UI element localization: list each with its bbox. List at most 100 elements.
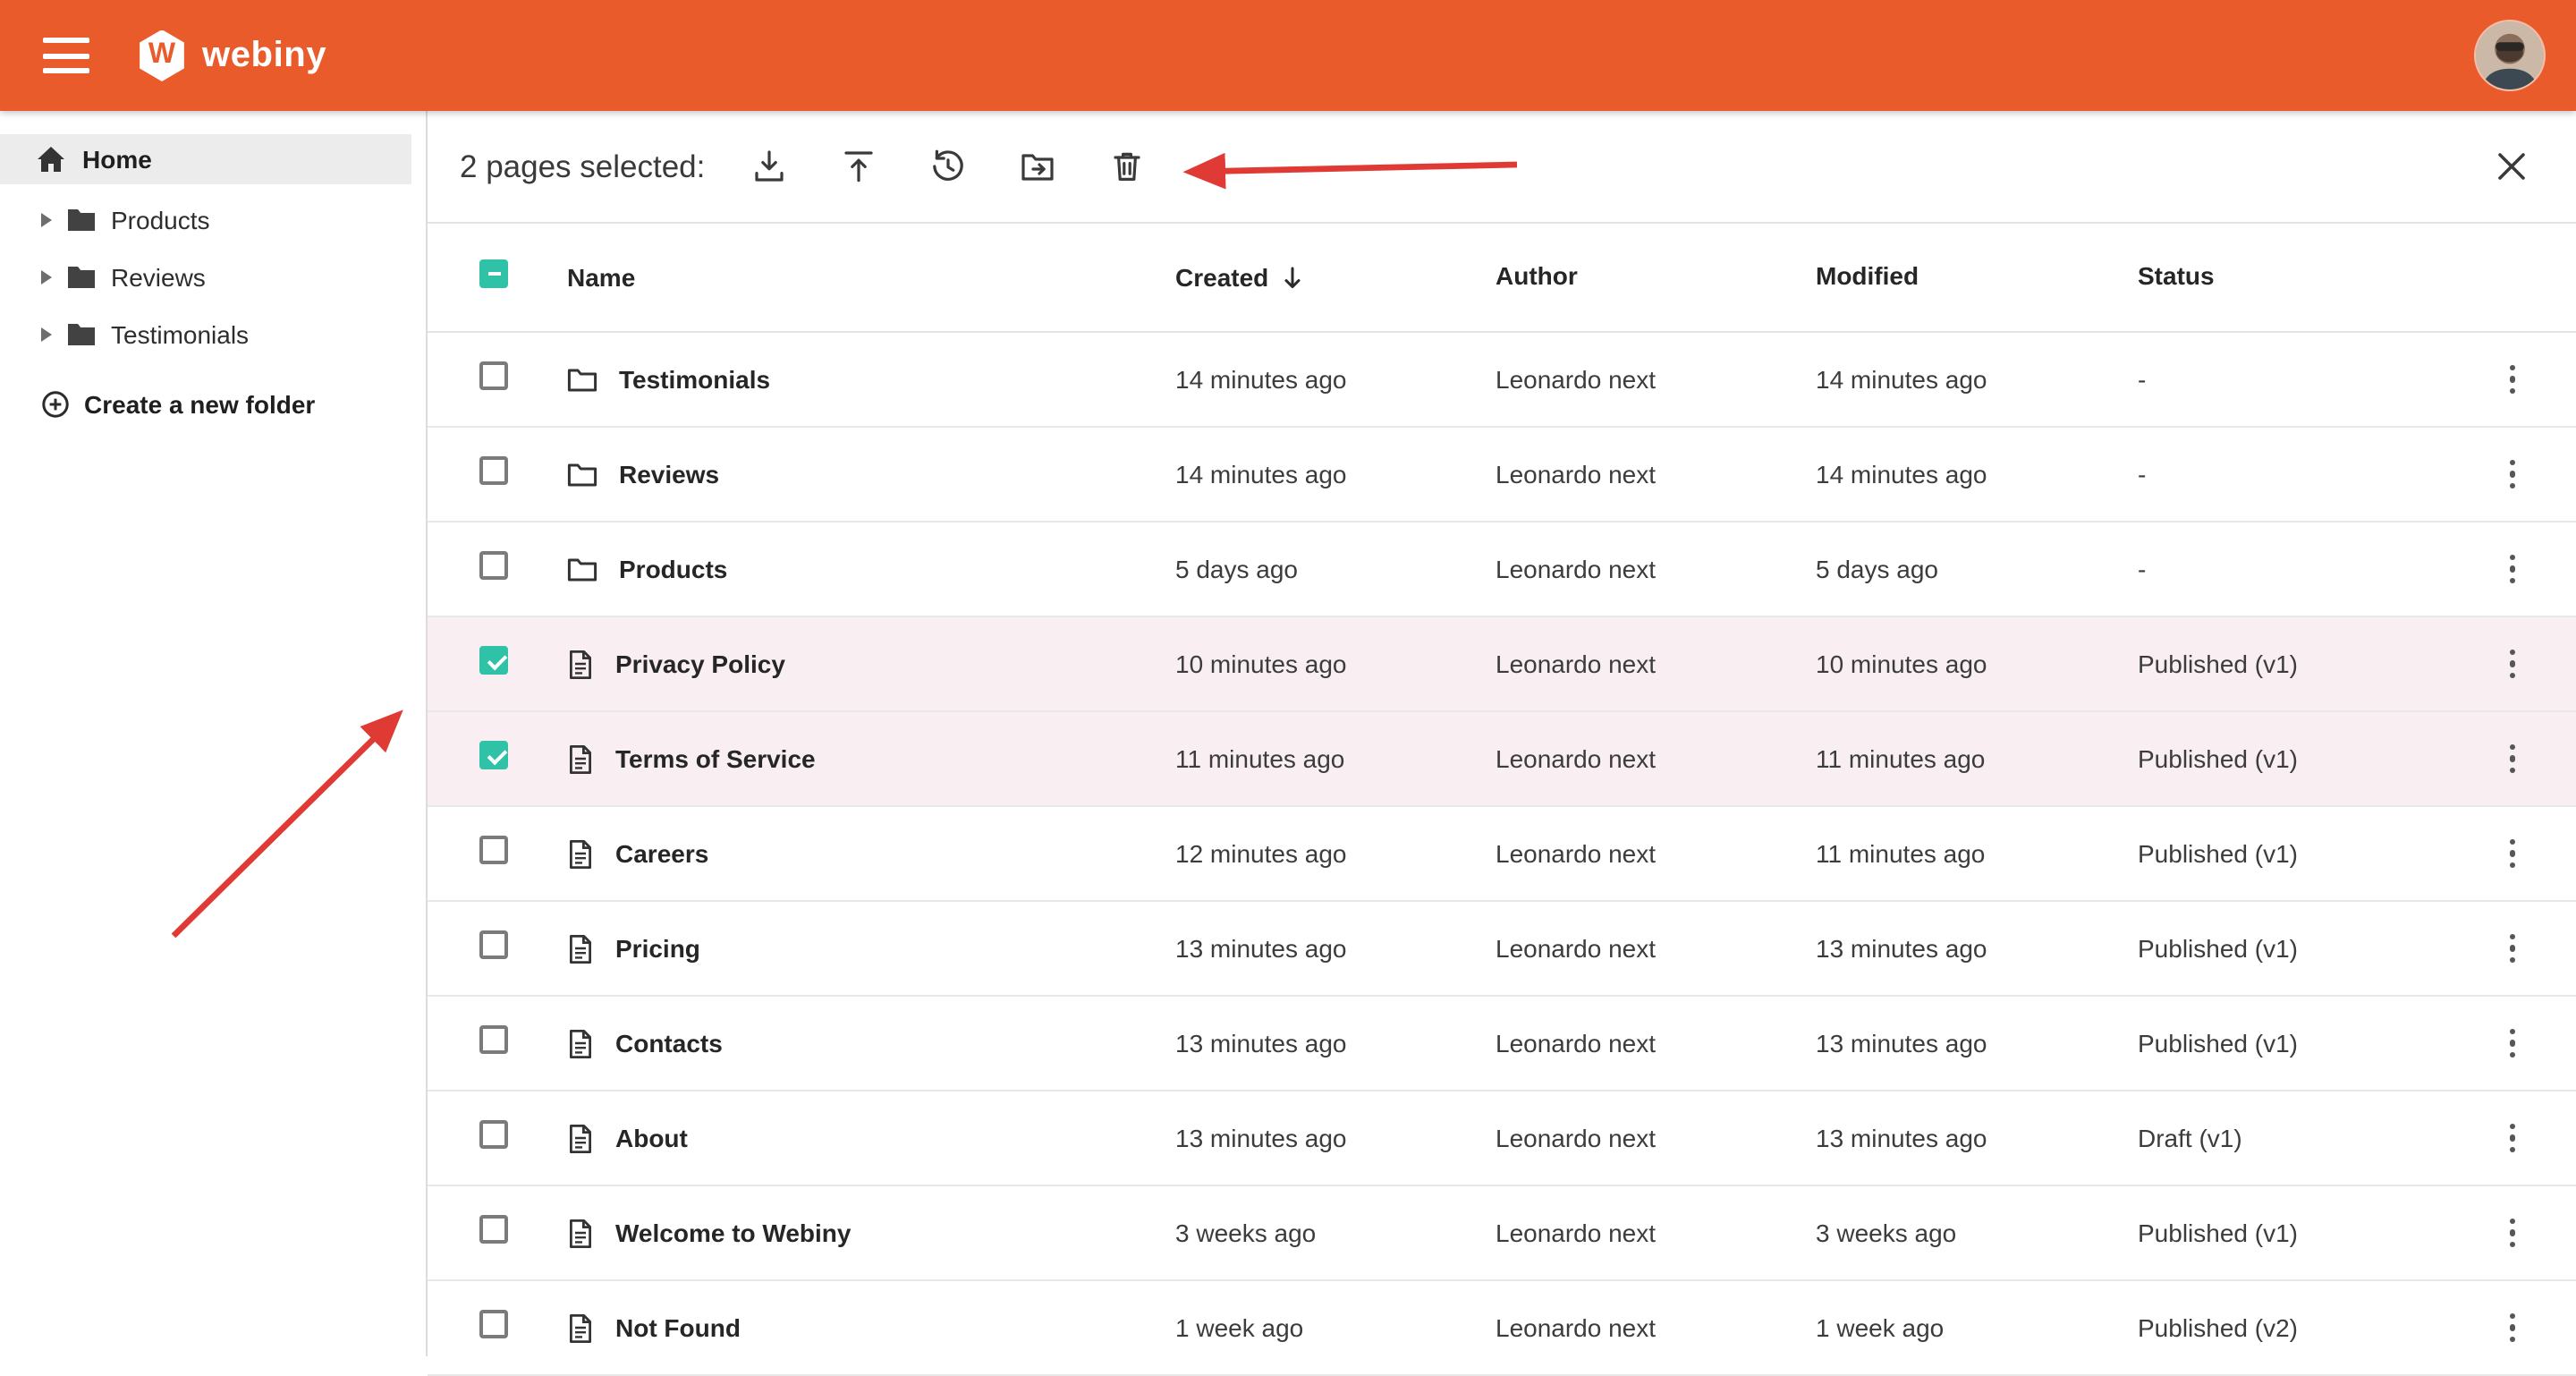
table-row[interactable]: Welcome to Webiny 3 weeks ago Leonardo n…	[428, 1186, 2576, 1281]
row-checkbox[interactable]	[479, 1024, 508, 1053]
row-checkbox[interactable]	[479, 455, 508, 484]
row-status: -	[2138, 365, 2488, 394]
table-row[interactable]: Careers 12 minutes ago Leonardo next 11 …	[428, 807, 2576, 902]
row-checkbox[interactable]	[479, 1214, 508, 1243]
row-status: Published (v1)	[2138, 744, 2488, 773]
page-icon	[567, 1218, 594, 1248]
row-modified: 5 days ago	[1816, 555, 2138, 583]
row-menu-icon[interactable]	[2503, 548, 2523, 590]
row-checkbox[interactable]	[479, 1119, 508, 1148]
row-menu-icon[interactable]	[2503, 927, 2523, 970]
row-author: Leonardo next	[1496, 555, 1816, 583]
row-modified: 14 minutes ago	[1816, 365, 2138, 394]
row-status: Published (v2)	[2138, 1313, 2488, 1342]
row-created: 13 minutes ago	[1175, 934, 1496, 963]
row-menu-icon[interactable]	[2503, 1022, 2523, 1065]
row-created: 12 minutes ago	[1175, 839, 1496, 868]
sidebar-item-products[interactable]: Products	[0, 191, 426, 249]
chevron-right-icon[interactable]	[41, 327, 52, 342]
sidebar-item-testimonials[interactable]: Testimonials	[0, 306, 426, 363]
webiny-logo[interactable]: W webiny	[138, 30, 326, 81]
row-checkbox[interactable]	[479, 1309, 508, 1338]
sort-desc-icon[interactable]	[1279, 264, 1306, 291]
select-all-checkbox[interactable]	[479, 259, 508, 287]
row-modified: 14 minutes ago	[1816, 460, 2138, 488]
close-selection-button[interactable]	[2490, 145, 2533, 188]
export-button[interactable]	[837, 145, 880, 188]
table-row[interactable]: Pricing 13 minutes ago Leonardo next 13 …	[428, 902, 2576, 997]
close-icon	[2496, 150, 2528, 183]
row-author: Leonardo next	[1496, 1124, 1816, 1152]
row-menu-icon[interactable]	[2503, 642, 2523, 685]
header-name[interactable]: Name	[567, 263, 635, 292]
row-menu-icon[interactable]	[2503, 737, 2523, 780]
webiny-logo-text: webiny	[202, 35, 326, 76]
row-author: Leonardo next	[1496, 1029, 1816, 1057]
row-status: Published (v1)	[2138, 839, 2488, 868]
row-status: Published (v1)	[2138, 934, 2488, 963]
chevron-right-icon[interactable]	[41, 270, 52, 285]
restore-button[interactable]	[927, 145, 970, 188]
table-row[interactable]: Privacy Policy 10 minutes ago Leonardo n…	[428, 617, 2576, 712]
row-name: Welcome to Webiny	[615, 1219, 851, 1247]
row-created: 11 minutes ago	[1175, 744, 1496, 773]
row-checkbox[interactable]	[479, 740, 508, 769]
sidebar: Home Products Reviews	[0, 111, 428, 1356]
table-row[interactable]: Products 5 days ago Leonardo next 5 days…	[428, 522, 2576, 617]
row-checkbox[interactable]	[479, 361, 508, 389]
row-name: About	[615, 1124, 688, 1152]
table-row[interactable]: About 13 minutes ago Leonardo next 13 mi…	[428, 1091, 2576, 1186]
row-menu-icon[interactable]	[2503, 1306, 2523, 1349]
row-menu-icon[interactable]	[2503, 1211, 2523, 1254]
row-checkbox[interactable]	[479, 645, 508, 674]
chevron-right-icon[interactable]	[41, 213, 52, 227]
menu-icon[interactable]	[43, 38, 89, 73]
row-status: Published (v1)	[2138, 1219, 2488, 1247]
page-icon	[567, 1312, 594, 1343]
page-icon	[567, 649, 594, 679]
create-folder-label: Create a new folder	[84, 390, 315, 419]
row-checkbox[interactable]	[479, 550, 508, 579]
folder-icon	[567, 461, 597, 488]
row-name: Reviews	[619, 460, 719, 488]
row-menu-icon[interactable]	[2503, 453, 2523, 496]
header-status[interactable]: Status	[2138, 261, 2215, 290]
avatar-image	[2476, 21, 2544, 89]
row-menu-icon[interactable]	[2503, 832, 2523, 875]
page-icon	[567, 1028, 594, 1058]
table-row[interactable]: Testimonials 14 minutes ago Leonardo nex…	[428, 333, 2576, 428]
row-status: Draft (v1)	[2138, 1124, 2488, 1152]
header-modified[interactable]: Modified	[1816, 261, 1919, 290]
table-row[interactable]: Not Found 1 week ago Leonardo next 1 wee…	[428, 1281, 2576, 1376]
header-author[interactable]: Author	[1496, 261, 1578, 290]
row-author: Leonardo next	[1496, 650, 1816, 678]
sidebar-item-label: Products	[111, 206, 210, 234]
trash-icon	[1107, 147, 1147, 186]
table-row[interactable]: Contacts 13 minutes ago Leonardo next 13…	[428, 997, 2576, 1091]
delete-button[interactable]	[1106, 145, 1148, 188]
row-created: 5 days ago	[1175, 555, 1496, 583]
row-menu-icon[interactable]	[2503, 358, 2523, 401]
row-modified: 13 minutes ago	[1816, 934, 2138, 963]
header-created[interactable]: Created	[1175, 263, 1268, 292]
move-to-folder-button[interactable]	[1016, 145, 1059, 188]
sidebar-item-reviews[interactable]: Reviews	[0, 249, 426, 306]
table-header: Name Created Author Modified Status	[428, 224, 2576, 333]
restore-history-icon	[928, 147, 968, 186]
avatar[interactable]	[2476, 21, 2544, 89]
table-row[interactable]: Reviews 14 minutes ago Leonardo next 14 …	[428, 428, 2576, 522]
sidebar-item-home[interactable]: Home	[0, 134, 411, 184]
folder-icon	[567, 366, 597, 393]
row-menu-icon[interactable]	[2503, 1117, 2523, 1159]
download-button[interactable]	[748, 145, 791, 188]
row-checkbox[interactable]	[479, 835, 508, 863]
topbar: W webiny	[0, 0, 2576, 111]
row-name: Terms of Service	[615, 744, 816, 773]
selection-toolbar: 2 pages selected:	[428, 111, 2576, 224]
row-checkbox[interactable]	[479, 930, 508, 958]
table-row[interactable]: Terms of Service 11 minutes ago Leonardo…	[428, 712, 2576, 807]
row-created: 1 week ago	[1175, 1313, 1496, 1342]
row-created: 14 minutes ago	[1175, 365, 1496, 394]
create-folder-button[interactable]: Create a new folder	[0, 378, 426, 431]
row-modified: 11 minutes ago	[1816, 744, 2138, 773]
